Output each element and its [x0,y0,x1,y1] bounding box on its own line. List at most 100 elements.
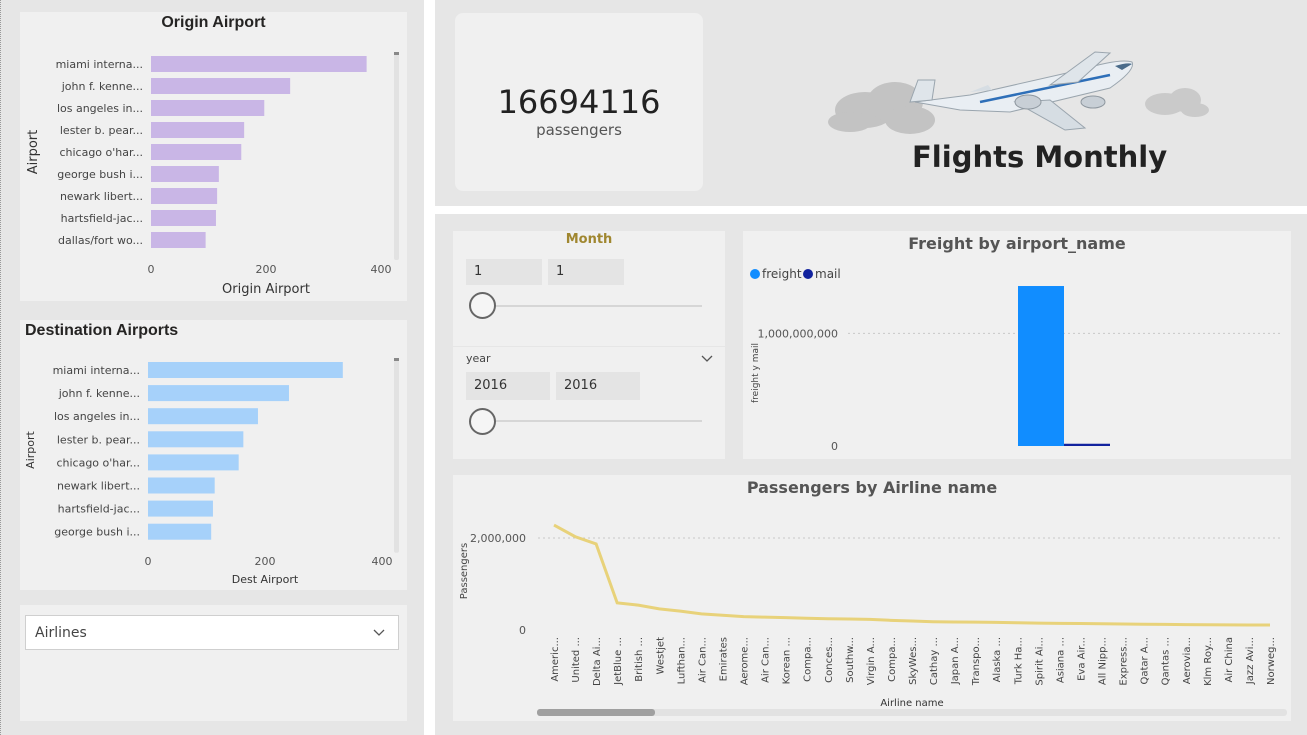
y-tick-label: 0 [831,440,838,453]
x-tick-label: 400 [371,263,392,276]
bar [148,523,212,540]
x-tick-label: Aerovia... [1182,637,1193,684]
bar [151,210,216,226]
month-slicer-title: Month [565,232,613,247]
freight-panel: Freight by airport_name freight mail 0 1,000… [743,231,1291,459]
x-tick-label: Americ... [550,637,561,682]
y-axis-label: freight y mail [751,343,761,403]
bar [151,144,242,160]
category-label: hartsfield-jac... [58,503,140,516]
legend-label: mail [815,267,841,281]
month-slider-track[interactable] [482,305,702,307]
bar [148,454,239,471]
passengers-airline-panel: Passengers by Airline name 0 2,000,000 Pass… [453,475,1291,721]
x-tick-label: 200 [256,263,277,276]
category-label: newark libert... [60,190,143,203]
scrollbar [394,360,399,553]
year-to-input[interactable]: 2016 [556,372,640,400]
x-tick-label: Alaska ... [992,637,1003,682]
page-title: Flights Monthly [912,140,1168,174]
x-tick-label: JetBlue ... [613,637,624,686]
airlines-dropdown-label: Airlines [35,625,87,641]
bar [151,122,245,138]
x-axis-label: Airline name [880,698,943,709]
bar-mail [1064,443,1110,446]
category-label: dallas/fort wo... [58,234,143,247]
year-slider-track[interactable] [482,420,702,422]
chevron-down-icon[interactable] [701,355,713,363]
x-tick-label: 200 [255,555,276,568]
x-tick-label: 0 [145,555,152,568]
x-tick-label: Compa... [803,637,814,682]
x-tick-label: Aerome... [740,637,751,685]
category-label: miami interna... [53,364,140,377]
line-chart-title: Passengers by Airline name [747,478,998,497]
month-to-input[interactable]: 1 [548,259,624,285]
x-tick-label: All Nipp... [1098,637,1109,685]
freight-chart: Freight by airport_namefreight mail 0 1,000… [750,234,1283,453]
x-tick-label: Klm Roy... [1203,637,1214,686]
x-tick-label: Eva Air... [1076,637,1087,681]
category-label: los angeles in... [54,410,140,423]
x-tick-label: SkyWes... [908,637,919,685]
x-axis-label: Dest Airport [232,573,299,586]
bar [151,56,367,72]
y-axis-label: Airport [26,130,41,175]
x-tick-label: Transpo... [971,637,982,686]
x-tick-label: Asiana ... [1055,637,1066,683]
year-slider-handle[interactable] [469,408,496,435]
x-tick-label: Express... [1119,637,1130,686]
scrollbar [394,54,399,260]
category-label: chicago o'har... [56,456,140,469]
airlines-dropdown[interactable]: Airlines [25,615,399,650]
y-tick-label: 0 [519,624,526,637]
y-axis-label: Airport [24,430,37,468]
x-tick-label: Turk Ha... [1013,637,1024,685]
vertical-divider [424,0,435,735]
x-tick-label: Korean ... [782,637,793,684]
freight-chart-title: Freight by airport_name [908,234,1126,253]
bar [151,78,291,94]
airplane-illustration [828,51,1209,134]
chevron-down-icon [373,629,385,636]
bar [148,477,215,494]
left-edge [0,0,4,735]
x-tick-label: Spirit Ai... [1034,637,1045,686]
bar [148,408,258,425]
month-slicer-panel: Month [453,231,725,346]
x-tick-label: Qantas ... [1161,637,1172,685]
destination-airport-chart: miami interna... john f. kenne... los ange… [24,358,399,586]
scrollbar-thumb [394,52,399,55]
x-tick-label: Delta Ai... [592,637,603,686]
legend-marker [803,269,813,279]
x-tick-label: Norweg... [1266,637,1277,685]
y-tick-label: 1,000,000,000 [758,327,838,340]
month-slider-handle[interactable] [469,292,496,319]
bar [148,431,244,448]
category-label: hartsfield-jac... [61,212,143,225]
year-slicer-panel: year [453,347,725,459]
x-tick-label: Jazz Avi... [1245,637,1256,685]
scrollbar-thumb [394,358,399,361]
bar-freight [1018,286,1064,446]
bar [151,100,265,116]
x-tick-label: 400 [372,555,393,568]
x-tick-label: Cathay ... [929,637,940,685]
category-label: george bush i... [57,168,143,181]
year-from-input[interactable]: 2016 [466,372,550,400]
x-tick-label: Southw... [845,637,856,683]
origin-airport-panel: Origin Airport miami interna... john f. k… [20,12,407,301]
passengers-airline-chart: Passengers by Airline name 0 2,000,000Pass… [459,478,1287,716]
passengers-kpi-label: passengers [536,121,622,139]
x-tick-label: 0 [148,263,155,276]
bar [148,385,289,402]
bar [148,362,343,378]
x-tick-label: United ... [571,637,582,683]
x-tick-label: Japan A... [950,637,961,685]
category-label: john f. kenne... [61,80,143,93]
category-label: lester b. pear... [60,124,143,137]
legend-marker [750,269,760,279]
month-from-input[interactable]: 1 [466,259,542,285]
y-tick-label: 2,000,000 [470,532,526,545]
x-tick-label: Conces... [824,637,835,683]
